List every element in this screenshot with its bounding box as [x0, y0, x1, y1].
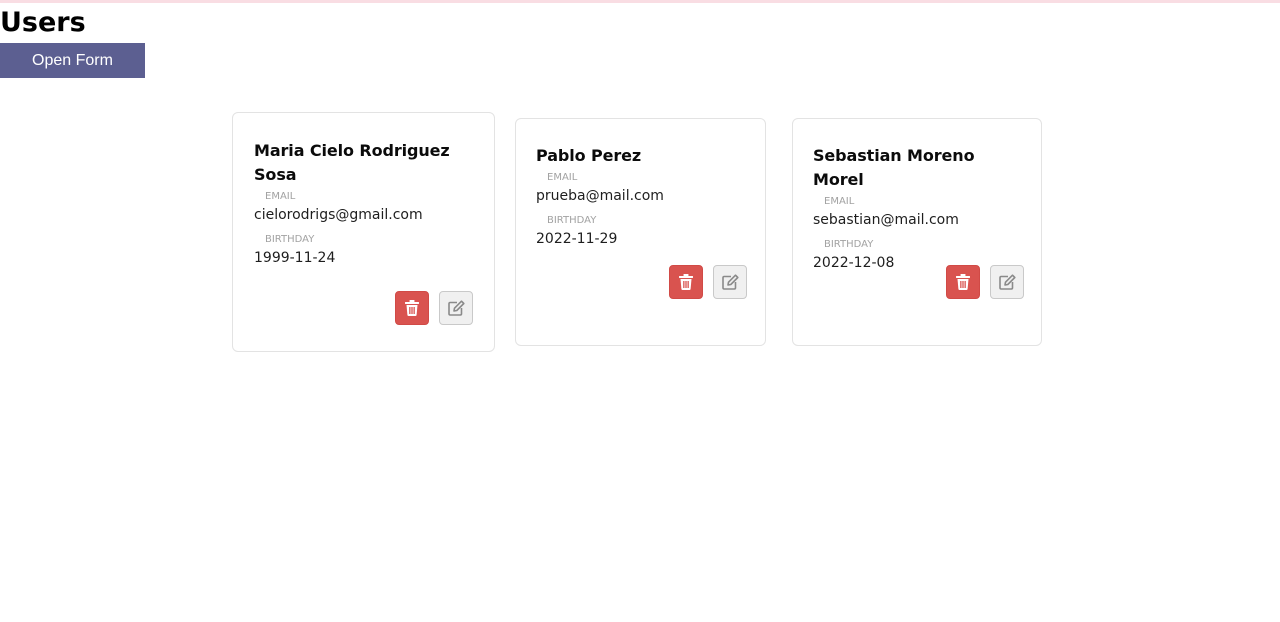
user-email: cielorodrigs@gmail.com: [254, 207, 423, 223]
delete-button[interactable]: [395, 291, 429, 325]
card-actions: [946, 265, 1024, 299]
birthday-label: BIRTHDAY: [265, 234, 315, 245]
user-card-body: Pablo Perez EMAIL prueba@mail.com BIRTHD…: [536, 144, 747, 249]
email-label: EMAIL: [824, 196, 855, 207]
trash-icon: [405, 300, 419, 316]
user-birthday: 1999-11-24: [254, 250, 336, 266]
top-accent-strip: [0, 0, 1280, 3]
delete-button[interactable]: [946, 265, 980, 299]
user-email: prueba@mail.com: [536, 188, 664, 204]
delete-button[interactable]: [669, 265, 703, 299]
edit-icon: [721, 274, 739, 290]
trash-icon: [679, 274, 693, 290]
edit-button[interactable]: [990, 265, 1024, 299]
user-birthday: 2022-11-29: [536, 231, 618, 247]
trash-icon: [956, 274, 970, 290]
user-name: Pablo Perez: [536, 146, 642, 165]
card-actions: [395, 291, 473, 325]
user-card: Maria Cielo Rodriguez Sosa EMAIL cieloro…: [232, 112, 495, 352]
email-label: EMAIL: [547, 172, 578, 183]
user-card-body: Maria Cielo Rodriguez Sosa EMAIL cieloro…: [254, 139, 476, 268]
user-card: Sebastian Moreno Morel EMAIL sebastian@m…: [792, 118, 1042, 346]
open-form-button[interactable]: Open Form: [0, 43, 145, 78]
user-name: Sebastian Moreno Morel: [813, 146, 975, 189]
birthday-label: BIRTHDAY: [547, 215, 597, 226]
edit-button[interactable]: [439, 291, 473, 325]
user-card-body: Sebastian Moreno Morel EMAIL sebastian@m…: [813, 144, 1023, 273]
edit-icon: [447, 300, 465, 316]
email-label: EMAIL: [265, 191, 296, 202]
user-card: Pablo Perez EMAIL prueba@mail.com BIRTHD…: [515, 118, 766, 346]
edit-button[interactable]: [713, 265, 747, 299]
page-title: Users: [0, 7, 86, 38]
edit-icon: [998, 274, 1016, 290]
user-name: Maria Cielo Rodriguez Sosa: [254, 141, 450, 184]
birthday-label: BIRTHDAY: [824, 239, 874, 250]
user-email: sebastian@mail.com: [813, 212, 959, 228]
card-actions: [669, 265, 747, 299]
